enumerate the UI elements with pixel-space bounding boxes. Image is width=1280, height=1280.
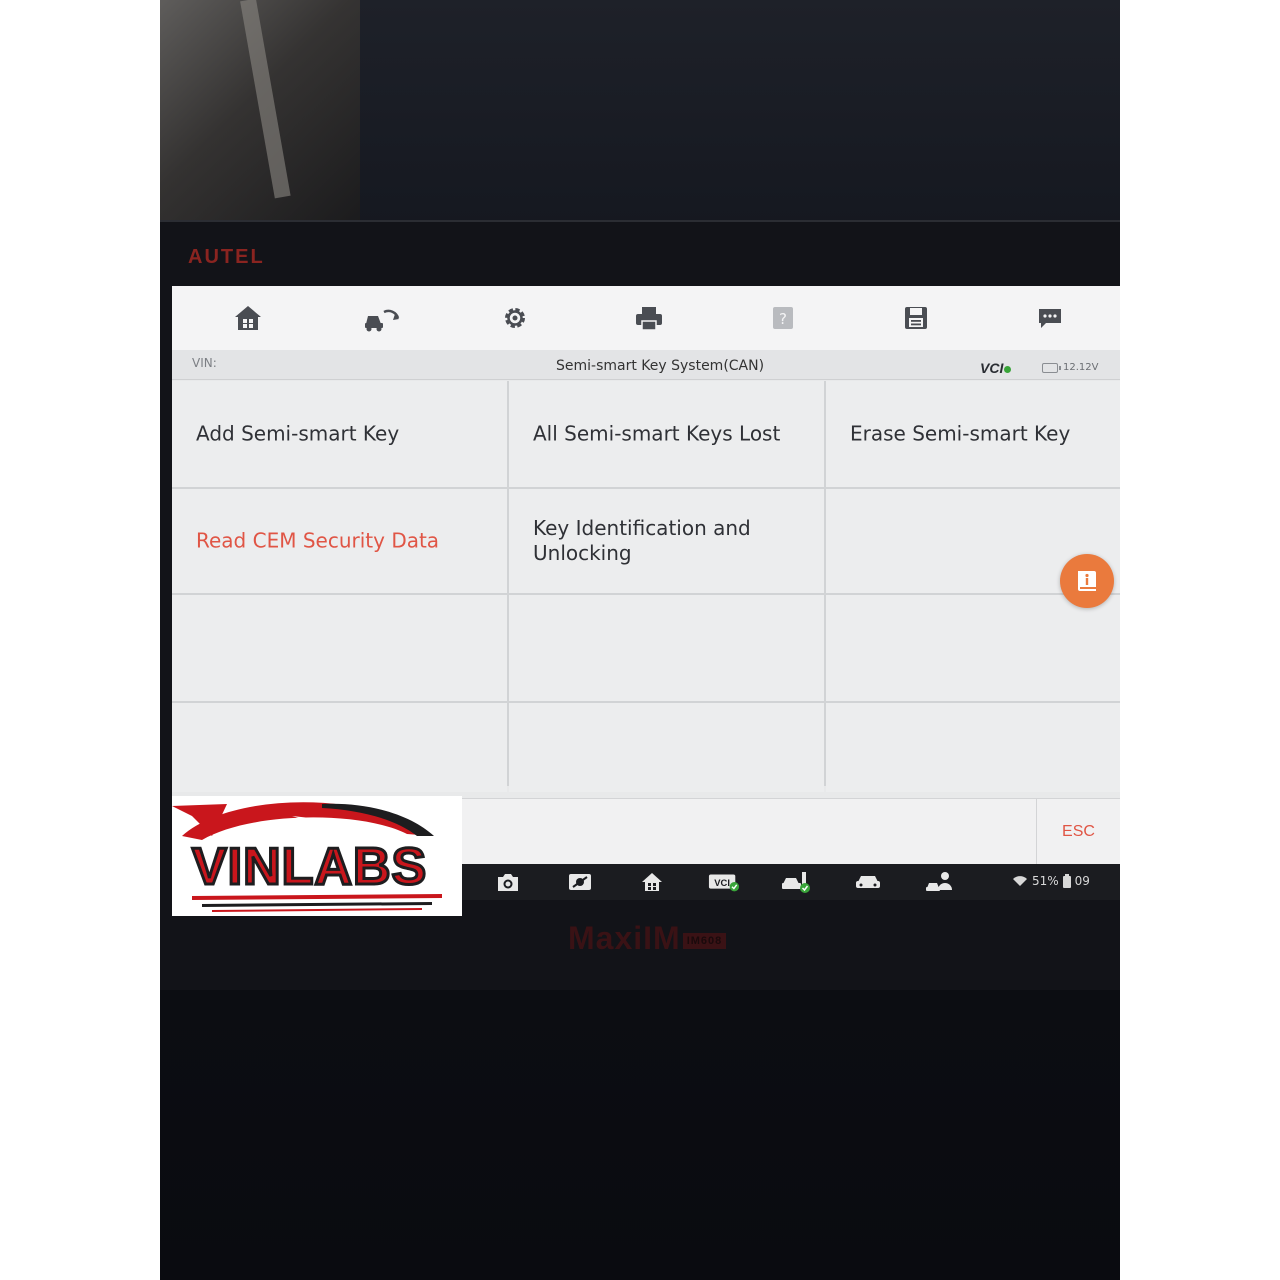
vehicle-connect-icon: [782, 872, 810, 893]
empty-cell: [172, 595, 507, 701]
top-toolbar: ?: [172, 286, 1120, 350]
menu-item-label: Add Semi-smart Key: [196, 421, 400, 446]
vci-manager-button[interactable]: VCI: [708, 868, 740, 896]
home-button[interactable]: [228, 298, 268, 338]
svg-text:VINLABS: VINLABS: [192, 838, 427, 896]
vinlabs-logo-graphic: VINLABS: [172, 802, 442, 912]
brand-logo: AUTEL: [188, 246, 265, 268]
car-icon: [856, 876, 880, 888]
vci-status: VCI: [980, 360, 1012, 376]
print-button[interactable]: [629, 298, 669, 338]
clock: 09: [1074, 874, 1090, 888]
remote-expert-button[interactable]: [924, 868, 956, 896]
menu-item-label: All Semi-smart Keys Lost: [533, 421, 781, 446]
empty-cell: [826, 703, 1120, 792]
camera-icon: [498, 874, 518, 891]
vehicle-battery-icon: [1042, 362, 1061, 373]
home-icon: [235, 306, 261, 330]
vin-label: VIN:: [192, 356, 217, 370]
save-button[interactable]: [896, 298, 936, 338]
menu-item-all-keys-lost[interactable]: All Semi-smart Keys Lost: [509, 381, 824, 487]
remote-expert-icon: [926, 872, 952, 891]
menu-item-label: Key Identification and Unlocking: [533, 516, 751, 565]
esc-button[interactable]: ESC: [1036, 799, 1120, 864]
page-title: Semi-smart Key System(CAN): [556, 358, 765, 374]
vinlabs-watermark-logo: VINLABS: [172, 796, 462, 916]
empty-cell: [172, 703, 507, 792]
menu-item-key-identification[interactable]: Key Identification and Unlocking: [509, 489, 824, 593]
info-bar: VIN: Semi-smart Key System(CAN) VCI 12.1…: [172, 350, 1120, 380]
chat-icon: [1038, 309, 1061, 328]
vci-connected-icon: [1004, 366, 1012, 373]
save-icon: [905, 307, 928, 329]
battery-icon: [1062, 874, 1071, 888]
model-sub: IM608: [682, 932, 727, 949]
vci-icon: VCI: [708, 874, 740, 892]
display-brightness-icon: [569, 874, 591, 890]
vci-label: VCI: [980, 360, 1004, 376]
help-guide-button[interactable]: [1060, 554, 1114, 608]
home-icon: [642, 873, 662, 891]
empty-cell: [826, 595, 1120, 701]
feedback-button[interactable]: [1030, 298, 1070, 338]
printer-icon: [635, 307, 662, 331]
model-name: MaxiIM: [568, 920, 681, 956]
vehicle-swap-button[interactable]: [362, 298, 402, 338]
info-book-icon: [1078, 571, 1096, 591]
settings-button[interactable]: [495, 298, 535, 338]
gear-icon: [505, 308, 526, 328]
menu-item-label: Read CEM Security Data: [196, 528, 440, 553]
app-screen: ? VIN: Semi-smart Key System(CAN) VCI 12…: [172, 286, 1120, 864]
help-icon: ?: [772, 307, 793, 329]
menu-item-label: Erase Semi-smart Key: [850, 421, 1071, 446]
taskbar-home-button[interactable]: [636, 868, 668, 896]
vehicle-menu-button[interactable]: [852, 868, 884, 896]
battery-percent: 51%: [1032, 874, 1059, 888]
menu-item-read-cem-security-data[interactable]: Read CEM Security Data: [172, 489, 507, 593]
function-grid: Add Semi-smart Key All Semi-smart Keys L…: [172, 381, 1120, 792]
vehicle-connect-button[interactable]: [780, 868, 812, 896]
brightness-button[interactable]: [564, 868, 596, 896]
menu-item-add-semi-smart-key[interactable]: Add Semi-smart Key: [172, 381, 507, 487]
wifi-icon: [1013, 876, 1027, 886]
help-button[interactable]: ?: [763, 298, 803, 338]
vehicle-swap-icon: [364, 309, 399, 332]
voltage-value: 12.12V: [1063, 362, 1099, 373]
photo-background: AUTEL ? VIN: Semi-smart Key System(CAN) …: [160, 0, 1120, 1280]
svg-text:?: ?: [779, 310, 787, 328]
svg-text:VCI: VCI: [714, 877, 730, 888]
model-logo: MaxiIM IM608: [568, 920, 727, 957]
menu-item-erase-semi-smart-key[interactable]: Erase Semi-smart Key: [826, 381, 1120, 487]
battery-voltage: 12.12V: [1042, 362, 1098, 373]
empty-cell: [509, 703, 824, 792]
taskbar-icons: VCI: [492, 868, 956, 896]
screenshot-button[interactable]: [492, 868, 524, 896]
status-area: 51% 09: [1012, 874, 1090, 888]
empty-cell: [509, 595, 824, 701]
